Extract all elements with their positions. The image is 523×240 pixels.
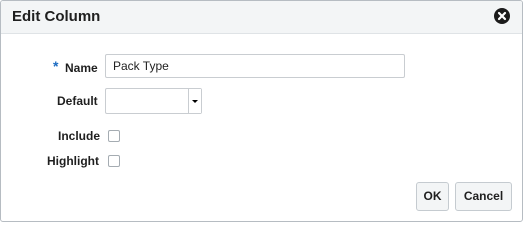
name-input[interactable] — [105, 54, 405, 78]
highlight-label: Highlight — [47, 154, 99, 168]
dialog-title: Edit Column — [12, 8, 101, 25]
dialog-titlebar: Edit Column — [1, 1, 522, 34]
close-icon[interactable] — [494, 8, 510, 24]
ok-button[interactable]: OK — [416, 182, 449, 211]
edit-column-dialog: Edit Column * Name Default Include Highl… — [0, 0, 523, 222]
default-select[interactable] — [105, 88, 202, 114]
default-label: Default — [57, 94, 98, 108]
dropdown-arrow-icon[interactable] — [188, 89, 201, 113]
highlight-checkbox[interactable] — [108, 155, 120, 167]
name-label: Name — [65, 61, 98, 75]
include-checkbox[interactable] — [108, 130, 120, 142]
cancel-button[interactable]: Cancel — [455, 182, 512, 211]
required-marker: * — [53, 58, 59, 74]
include-label: Include — [58, 129, 101, 143]
